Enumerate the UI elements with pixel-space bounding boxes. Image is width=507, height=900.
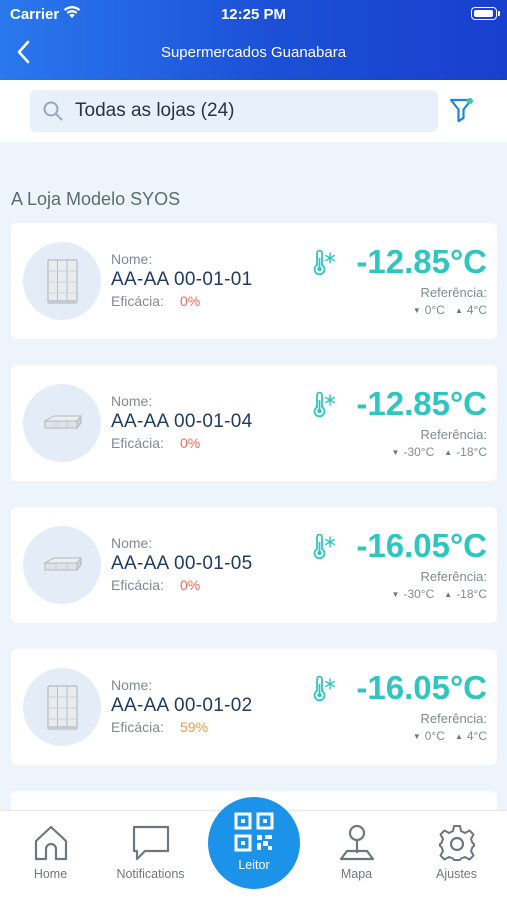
tab-map[interactable]: Mapa (306, 811, 407, 900)
equipment-name: AA-AA 00-01-02 (111, 695, 253, 716)
app-header: Carrier 12:25 PM Supermercados Guanabara (0, 0, 507, 80)
reference-label: Referência: (420, 285, 487, 300)
tab-home-label: Home (33, 867, 68, 881)
reference-max: -18°C (456, 445, 487, 459)
upright-fridge-icon (47, 685, 78, 730)
reference-label: Referência: (420, 711, 487, 726)
efficacy-label: Eficácia: (111, 435, 164, 451)
search-value: Todas as lojas (24) (75, 100, 235, 121)
tab-notifications-label: Notifications (116, 867, 185, 881)
status-bar: Carrier 12:25 PM (0, 0, 507, 28)
search-bar: Todas as lojas (24) (0, 80, 507, 142)
map-pin-icon (339, 824, 374, 861)
temperature-value: -16.05°C (356, 527, 487, 564)
equipment-name: AA-AA 00-01-01 (111, 269, 253, 290)
battery-icon (471, 7, 500, 20)
efficacy-value: 0% (180, 577, 201, 593)
name-label: Nome: (111, 677, 153, 693)
reference-label: Referência: (420, 427, 487, 442)
reference-min: -30°C (403, 445, 435, 459)
equipment-card[interactable]: Nome: AA-AA 00-01-02 Eficácia: 59% -16.0… (11, 649, 497, 765)
page-title: Supermercados Guanabara (160, 44, 347, 61)
temperature-value: -16.05°C (356, 669, 487, 706)
triangle-up-icon: ▲ (444, 590, 453, 599)
reference-max: -18°C (456, 587, 487, 601)
name-label: Nome: (111, 251, 153, 267)
tab-notifications[interactable]: Notifications (100, 811, 201, 900)
efficacy-value: 0% (180, 293, 201, 309)
equipment-thumbnail (23, 526, 101, 604)
triangle-up-icon: ▲ (444, 448, 453, 457)
tab-map-label: Mapa (340, 867, 373, 881)
qr-code-icon (234, 812, 274, 852)
equipment-name: AA-AA 00-01-05 (111, 553, 253, 574)
thermometer-snowflake-icon (313, 250, 335, 276)
equipment-card[interactable]: Nome: AA-AA 00-01-05 Eficácia: 0% -16.05… (11, 507, 497, 623)
message-icon (132, 825, 169, 861)
thermometer-snowflake-icon (313, 534, 335, 560)
reference-max: 4°C (466, 303, 487, 317)
efficacy-value: 0% (180, 435, 201, 451)
name-label: Nome: (111, 393, 153, 409)
reference-min: 0°C (424, 303, 445, 317)
equipment-name: AA-AA 00-01-04 (111, 411, 253, 432)
upright-fridge-icon (47, 259, 78, 304)
efficacy-label: Eficácia: (111, 293, 164, 309)
status-time: 12:25 PM (220, 6, 287, 23)
triangle-down-icon: ▼ (391, 448, 400, 457)
reference-range: ▼ 0°C ▲ 4°C (413, 303, 487, 317)
triangle-down-icon: ▼ (391, 590, 400, 599)
equipment-thumbnail (23, 668, 101, 746)
reader-button[interactable]: Leitor (208, 797, 300, 889)
store-list: A Loja Modelo SYOS Nome: AA-AA 00-01-01 … (0, 142, 507, 810)
thermometer-snowflake-icon (313, 676, 335, 702)
reference-range: ▼ -30°C ▲ -18°C (392, 445, 487, 459)
store-search-input[interactable]: Todas as lojas (24) (30, 90, 438, 132)
store-section-title: A Loja Modelo SYOS (11, 189, 181, 209)
reference-max: 4°C (466, 729, 487, 743)
filter-icon[interactable] (449, 97, 475, 123)
tab-settings-label: Ajustes (436, 867, 477, 881)
triangle-up-icon: ▲ (454, 732, 463, 741)
equipment-card[interactable]: Nome: AA-AA 00-01-01 Eficácia: 0% -12.85… (11, 223, 497, 339)
reference-range: ▼ -30°C ▲ -18°C (392, 587, 487, 601)
equipment-card[interactable]: Nome: AA-AA 00-01-04 Eficácia: 0% -12.85… (11, 365, 497, 481)
chest-freezer-icon (43, 556, 83, 572)
equipment-thumbnail (23, 384, 101, 462)
efficacy-label: Eficácia: (111, 719, 164, 735)
efficacy-value: 59% (180, 719, 209, 735)
thermometer-snowflake-icon (313, 392, 335, 418)
gear-icon (438, 825, 475, 861)
home-icon (34, 825, 67, 861)
reader-label: Leitor (238, 858, 270, 872)
reference-range: ▼ 0°C ▲ 4°C (413, 729, 487, 743)
tab-settings[interactable]: Ajustes (406, 811, 507, 900)
efficacy-label: Eficácia: (111, 577, 164, 593)
temperature-value: -12.85°C (356, 385, 487, 422)
reference-label: Referência: (420, 569, 487, 584)
triangle-up-icon: ▲ (454, 306, 463, 315)
name-label: Nome: (111, 535, 153, 551)
triangle-down-icon: ▼ (412, 306, 421, 315)
reference-min: -30°C (403, 587, 435, 601)
search-icon (43, 101, 63, 121)
triangle-down-icon: ▼ (412, 732, 421, 741)
temperature-value: -12.85°C (356, 243, 487, 280)
reference-min: 0°C (424, 729, 445, 743)
chest-freezer-icon (43, 414, 83, 430)
tab-home[interactable]: Home (0, 811, 101, 900)
equipment-thumbnail (23, 242, 101, 320)
